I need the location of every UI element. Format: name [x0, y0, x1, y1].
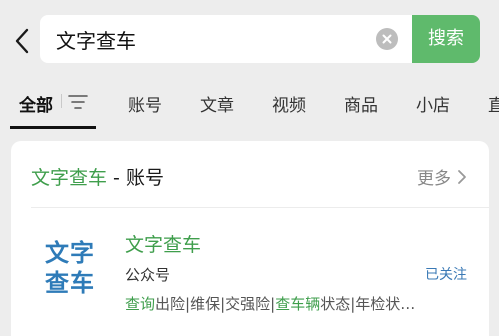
clear-icon[interactable]	[376, 28, 398, 50]
section-title-keyword: 文字查车	[31, 167, 108, 189]
desc-highlight: 查询	[125, 295, 156, 313]
account-avatar: 文字 查车	[37, 238, 103, 304]
back-icon[interactable]	[10, 26, 36, 56]
avatar-text-line1: 文字	[45, 239, 95, 267]
desc-text: 状态|年检状…	[320, 295, 416, 313]
tab-videos[interactable]: 视频	[272, 91, 306, 116]
chevron-right-icon	[457, 169, 467, 190]
card-header: 文字查车 - 账号 更多	[11, 141, 489, 207]
search-bar: 搜索	[0, 0, 499, 78]
search-field[interactable]	[40, 15, 412, 63]
section-title: 文字查车 - 账号	[31, 163, 164, 190]
tab-shops[interactable]: 小店	[416, 91, 450, 116]
desc-highlight: 查车辆	[275, 295, 321, 313]
filter-icon[interactable]	[68, 93, 88, 111]
follow-status[interactable]: 已关注	[425, 264, 467, 284]
more-link[interactable]: 更多	[417, 164, 467, 190]
more-label: 更多	[417, 169, 451, 189]
search-input[interactable]	[56, 15, 366, 63]
tab-divider	[61, 94, 62, 108]
desc-text: 出险|维保|交强险|	[155, 295, 276, 313]
section-title-suffix: - 账号	[107, 167, 164, 189]
active-tab-indicator	[10, 126, 96, 129]
account-type: 公众号	[125, 266, 171, 284]
tab-live[interactable]: 直	[488, 91, 499, 116]
tab-accounts[interactable]: 账号	[128, 91, 162, 116]
account-name: 文字查车	[125, 234, 202, 256]
account-description: 查询出险|维保|交强险|查车辆状态|年检状…	[125, 293, 465, 314]
avatar-text-line2: 查车	[45, 269, 95, 297]
tab-articles[interactable]: 文章	[200, 91, 234, 116]
tab-bar: 全部 账号 文章 视频 商品 小店 直	[0, 78, 499, 130]
search-button[interactable]: 搜索	[412, 15, 480, 63]
account-result-item[interactable]: 文字 查车 文字查车 公众号 已关注 查询出险|维保|交强险|查车辆状态|年检状…	[11, 208, 489, 336]
tab-all[interactable]: 全部	[19, 91, 53, 116]
tab-products[interactable]: 商品	[344, 91, 378, 116]
account-results-card: 文字查车 - 账号 更多 文字 查车 文字查车 公众号 已关注 查询出险|维保|…	[11, 141, 489, 336]
